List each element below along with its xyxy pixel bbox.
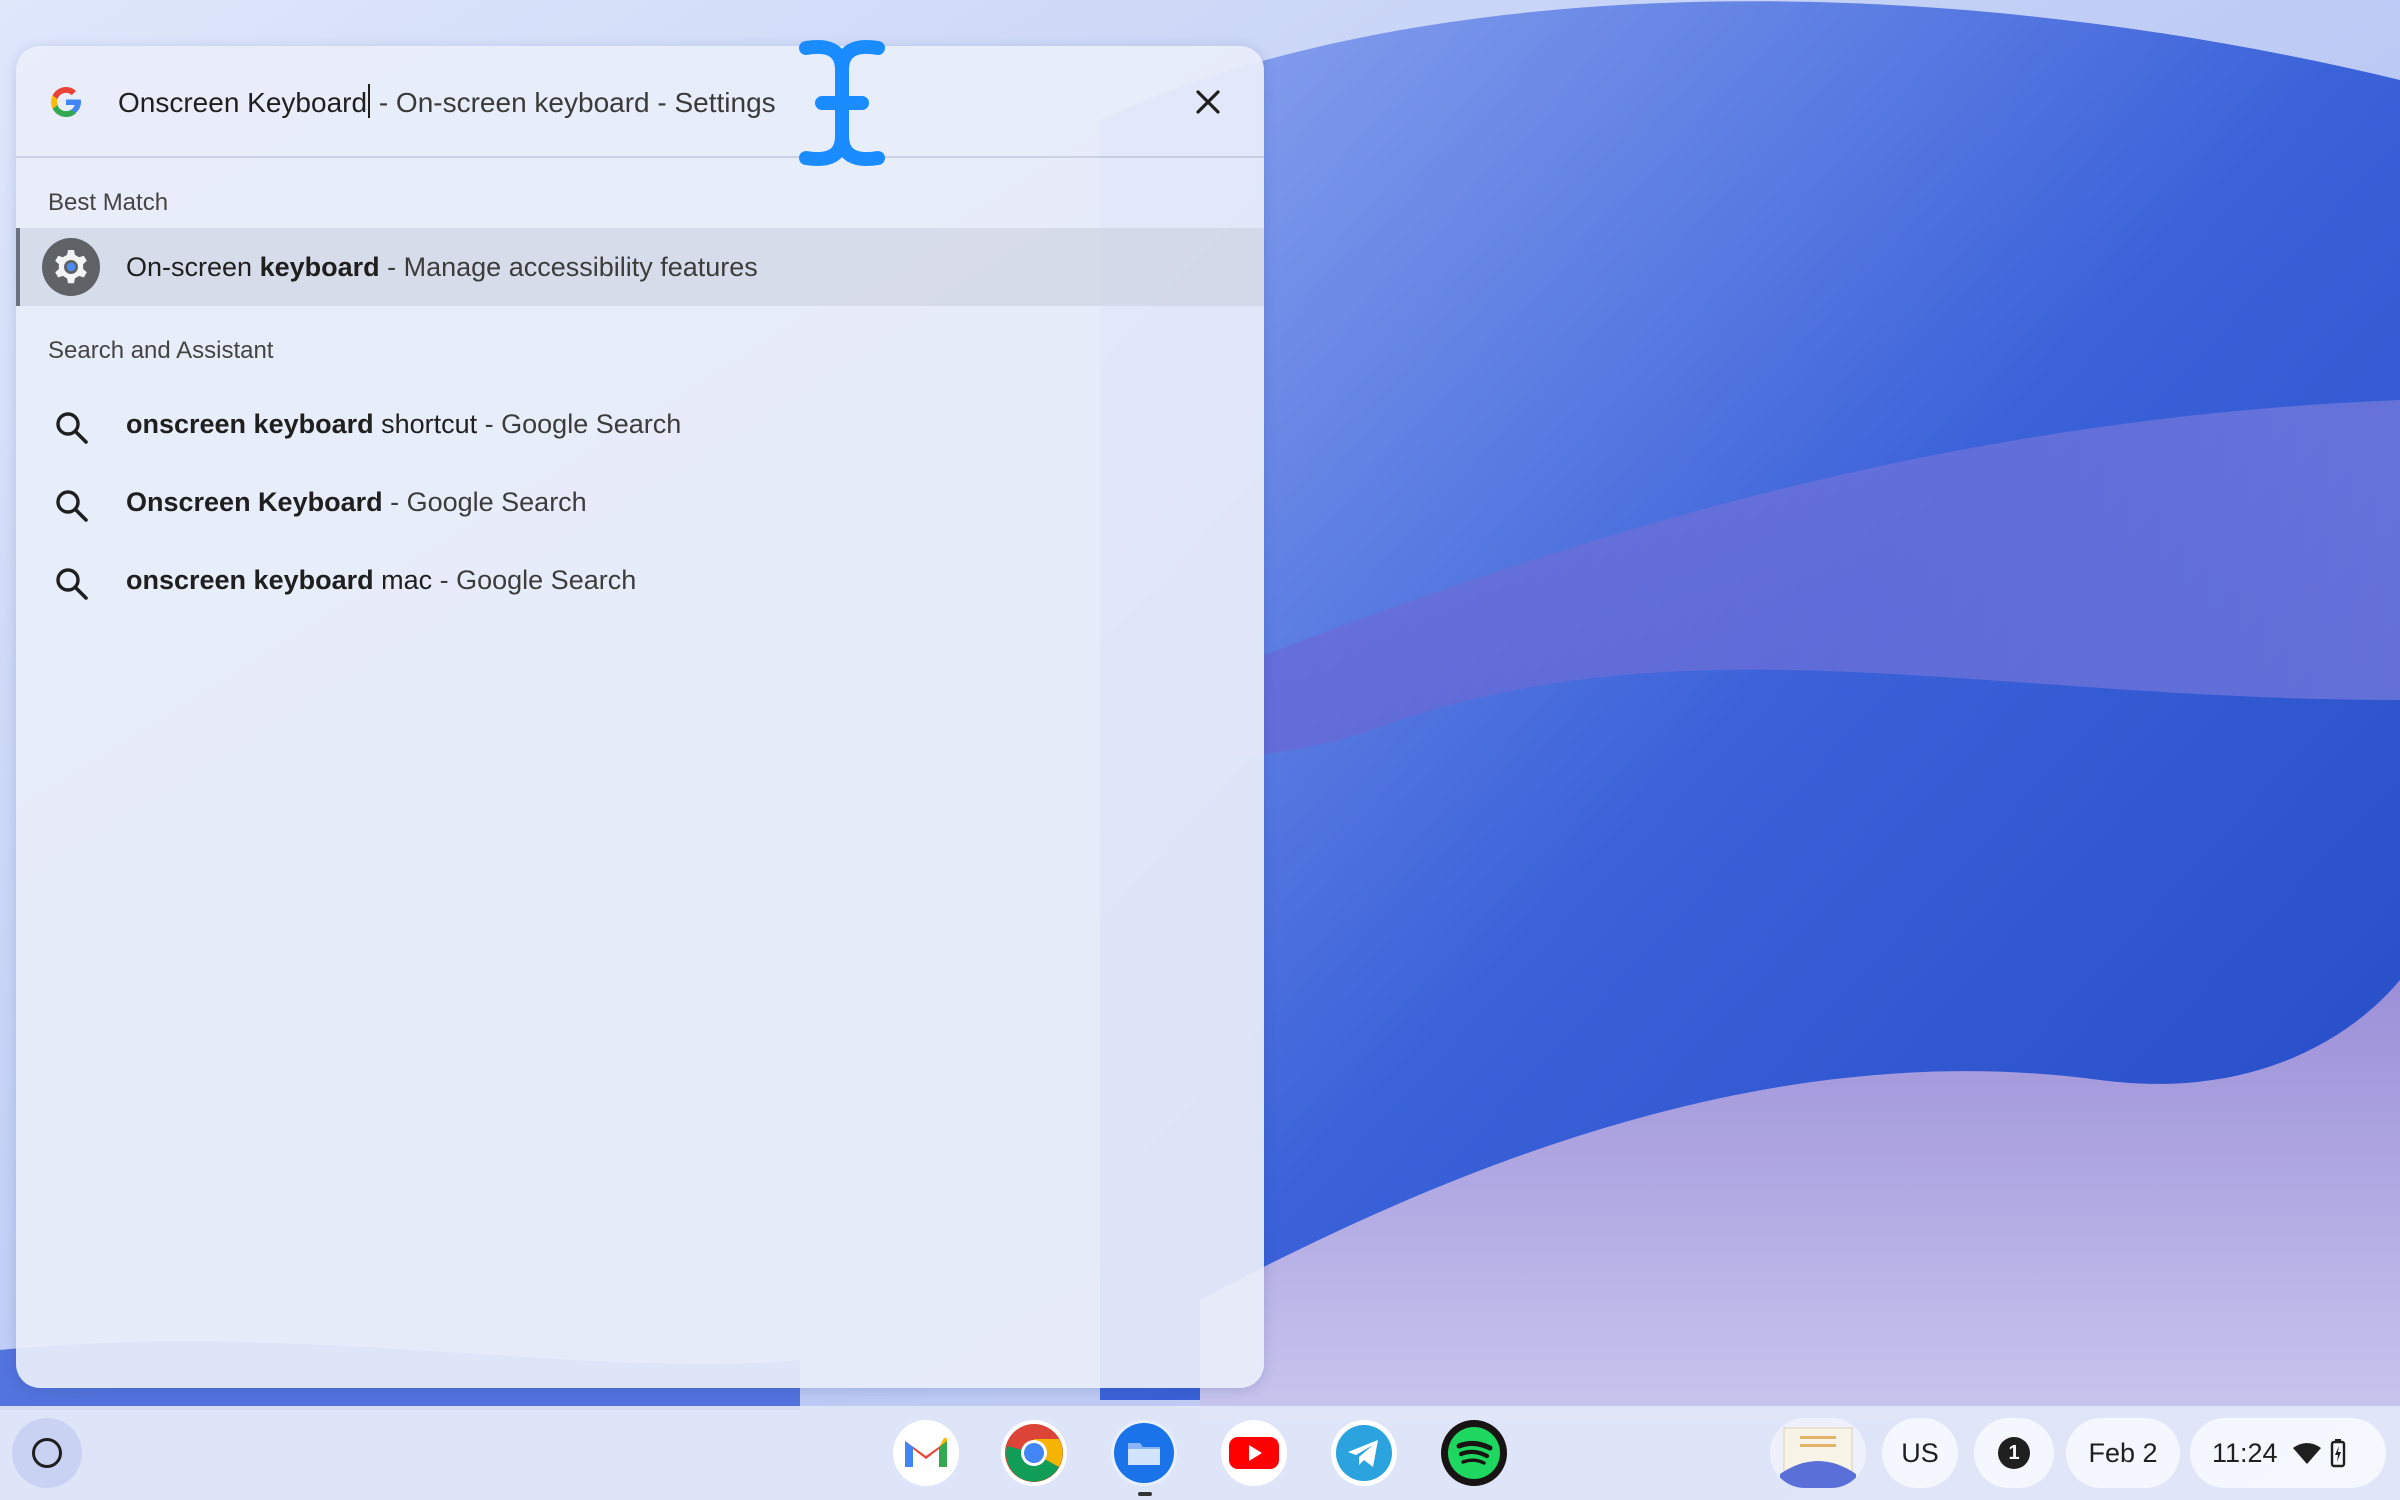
clock-time: 11:24 <box>2212 1437 2278 1468</box>
launcher-circle-icon <box>32 1438 62 1468</box>
best-match-result[interactable]: On-screen keyboard - Manage accessibilit… <box>16 228 1264 306</box>
best-match-heading: Best Match <box>48 189 169 216</box>
search-result-text: onscreen keyboard shortcut - Google Sear… <box>126 406 681 442</box>
search-result-match: onscreen keyboard <box>126 565 374 595</box>
search-result-rest: shortcut <box>373 409 478 439</box>
search-result-source: - Google Search <box>477 409 682 439</box>
spotify-logo <box>1448 1427 1500 1479</box>
launcher-button[interactable] <box>12 1418 82 1488</box>
search-and-assistant-heading: Search and Assistant <box>48 337 274 364</box>
search-result-row[interactable]: onscreen keyboard shortcut - Google Sear… <box>16 390 1264 462</box>
search-query-typed: Onscreen Keyboard <box>118 87 368 118</box>
notification-counter-button[interactable]: 1 <box>1974 1418 2054 1488</box>
launcher-search-bar[interactable]: Onscreen Keyboard - On-screen keyboard -… <box>16 46 1264 158</box>
search-icon <box>56 412 88 444</box>
shelf: US 1 Feb 2 11:24 <box>0 1406 2400 1500</box>
best-match-title-prefix: On-screen <box>126 252 260 282</box>
holding-space-button[interactable] <box>1770 1418 1866 1488</box>
best-match-subtitle: - Manage accessibility features <box>379 252 758 282</box>
chrome-logo <box>1005 1424 1063 1482</box>
files-app-icon[interactable] <box>1111 1420 1177 1486</box>
google-g-icon <box>51 87 81 117</box>
search-result-rest: mac <box>373 565 433 595</box>
text-cursor-ibeam-icon <box>799 40 885 166</box>
chrome-app-icon[interactable] <box>1001 1420 1067 1486</box>
date-button[interactable]: Feb 2 <box>2066 1418 2180 1488</box>
screenshot-thumbnail-icon <box>1770 1418 1866 1488</box>
wifi-icon <box>2292 1443 2321 1464</box>
battery-icon <box>2330 1439 2345 1468</box>
launcher-panel: Onscreen Keyboard - On-screen keyboard -… <box>16 46 1264 1388</box>
youtube-logo <box>1229 1437 1279 1469</box>
search-query-autocomplete: - On-screen keyboard - Settings <box>371 87 776 118</box>
files-folder-icon <box>1114 1423 1174 1483</box>
search-result-text: onscreen keyboard mac - Google Search <box>126 562 636 598</box>
notification-count-badge: 1 <box>1998 1437 2030 1469</box>
selection-indicator <box>16 228 20 306</box>
youtube-app-icon[interactable] <box>1221 1420 1287 1486</box>
clear-search-button[interactable] <box>1186 80 1230 124</box>
search-result-match: onscreen keyboard <box>126 409 374 439</box>
files-running-indicator <box>1138 1492 1152 1496</box>
search-result-source: - Google Search <box>432 565 637 595</box>
search-query-input[interactable]: Onscreen Keyboard - On-screen keyboard -… <box>118 84 776 121</box>
settings-gear-icon <box>42 238 100 296</box>
search-icon <box>56 568 88 600</box>
telegram-logo <box>1336 1425 1392 1481</box>
search-result-text: Onscreen Keyboard - Google Search <box>126 484 587 520</box>
search-result-row[interactable]: Onscreen Keyboard - Google Search <box>16 468 1264 540</box>
input-method-button[interactable]: US <box>1882 1418 1958 1488</box>
search-result-match: Onscreen Keyboard <box>126 487 383 517</box>
gmail-app-icon[interactable] <box>893 1420 959 1486</box>
telegram-app-icon[interactable] <box>1331 1420 1397 1486</box>
text-caret <box>368 84 371 118</box>
search-result-source: - Google Search <box>382 487 587 517</box>
search-result-row[interactable]: onscreen keyboard mac - Google Search <box>16 546 1264 618</box>
best-match-title-bold: keyboard <box>259 252 380 282</box>
system-tray-button[interactable]: 11:24 <box>2190 1418 2386 1488</box>
gmail-logo <box>905 1437 947 1467</box>
close-icon <box>1196 90 1220 114</box>
search-icon <box>56 490 88 522</box>
best-match-text: On-screen keyboard - Manage accessibilit… <box>126 249 758 285</box>
spotify-app-icon[interactable] <box>1441 1420 1507 1486</box>
